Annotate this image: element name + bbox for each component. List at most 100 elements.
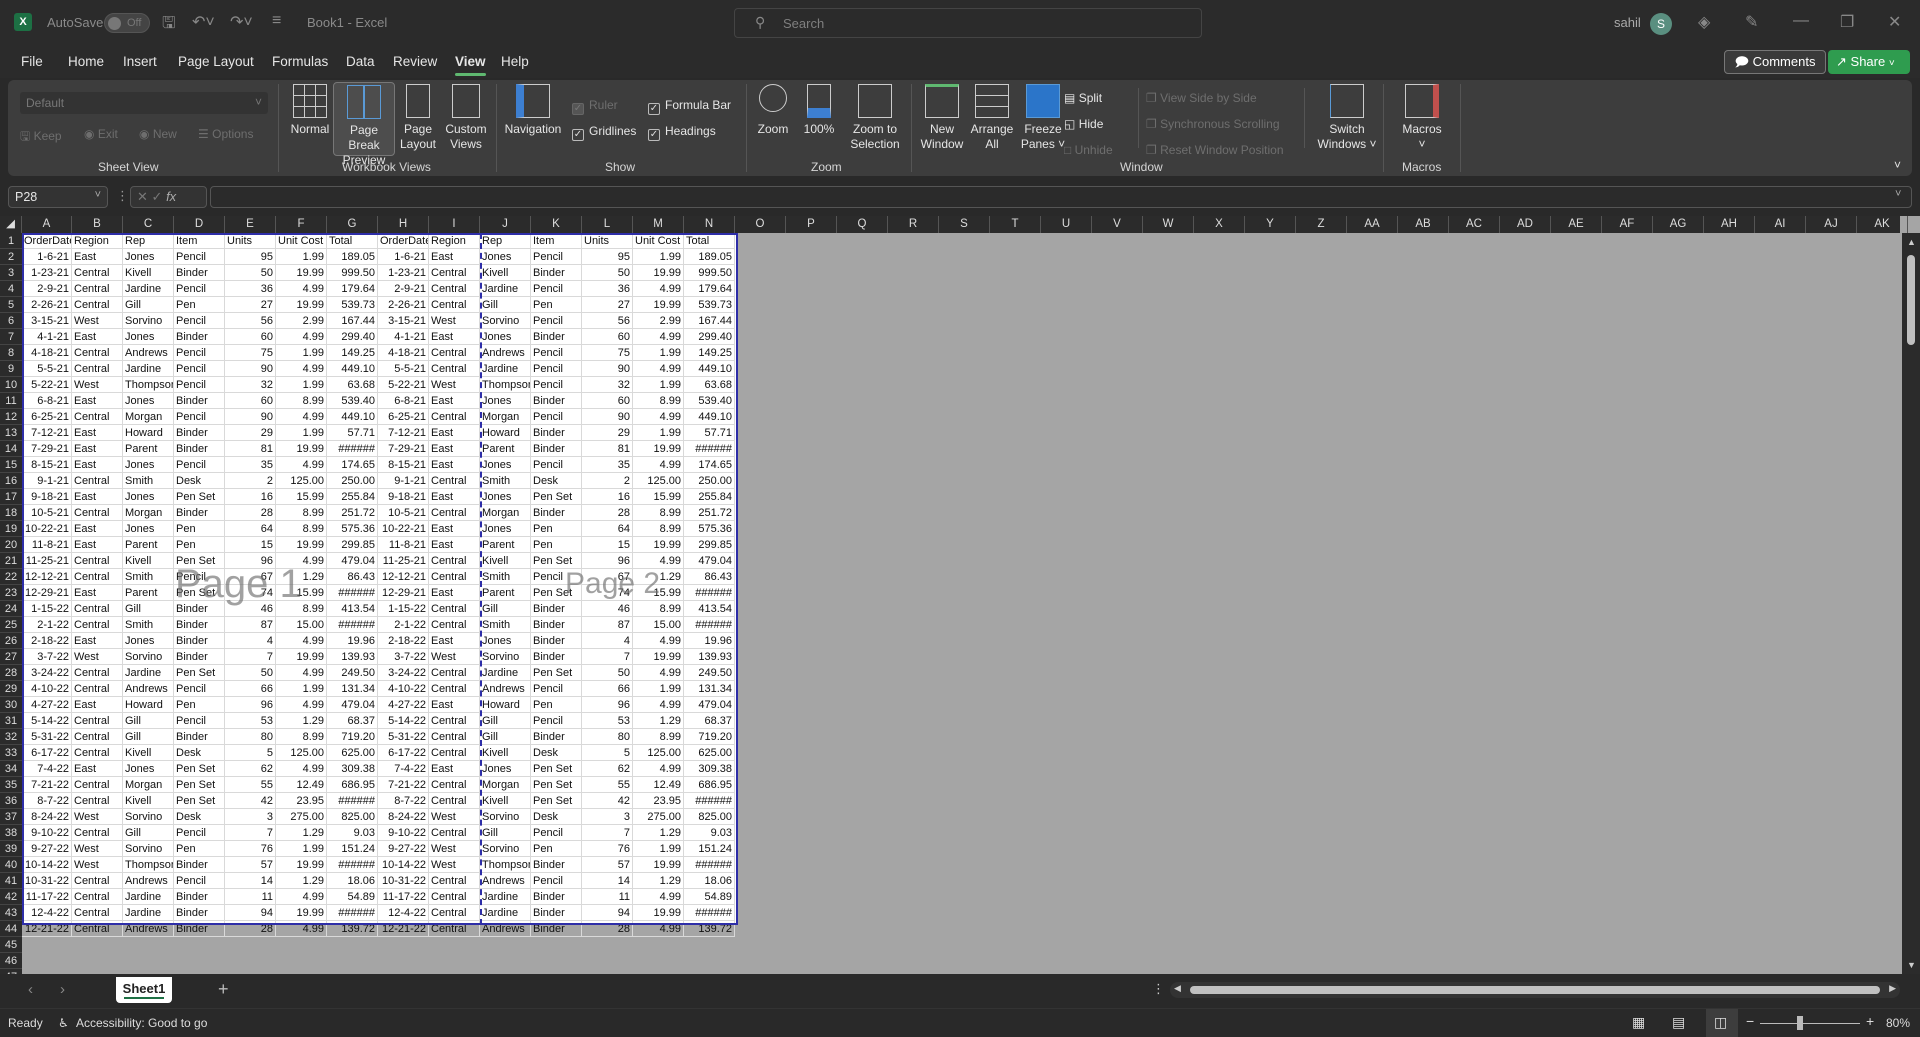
column-header-i[interactable]: I xyxy=(429,216,480,233)
cell[interactable]: Jones xyxy=(480,521,531,537)
cell[interactable]: 139.72 xyxy=(684,921,735,937)
cell[interactable]: 4.99 xyxy=(633,409,684,425)
cell[interactable]: 9-10-22 xyxy=(378,825,429,841)
cell[interactable]: 255.84 xyxy=(684,489,735,505)
cell[interactable]: East xyxy=(429,697,480,713)
cell[interactable]: East xyxy=(72,761,123,777)
cell[interactable]: Pen Set xyxy=(531,793,582,809)
cell[interactable]: Morgan xyxy=(480,409,531,425)
row-header-39[interactable]: 39 xyxy=(0,841,22,857)
cell[interactable]: 686.95 xyxy=(684,777,735,793)
cell[interactable]: Jones xyxy=(123,761,174,777)
cell[interactable]: East xyxy=(72,329,123,345)
cell[interactable]: 1.99 xyxy=(633,249,684,265)
cell[interactable]: 8-7-22 xyxy=(22,793,72,809)
cell[interactable]: 2-18-22 xyxy=(378,633,429,649)
cell[interactable]: Pen Set xyxy=(174,553,225,569)
cell[interactable]: Sorvino xyxy=(123,649,174,665)
cell[interactable]: 131.34 xyxy=(327,681,378,697)
cell[interactable]: Morgan xyxy=(123,409,174,425)
cell[interactable]: 1.99 xyxy=(276,377,327,393)
cell[interactable]: 15 xyxy=(582,537,633,553)
cell[interactable]: Kivell xyxy=(123,553,174,569)
cell[interactable]: Central xyxy=(72,889,123,905)
tab-insert[interactable]: Insert xyxy=(123,54,157,69)
cell[interactable]: Pen Set xyxy=(174,585,225,601)
row-header-46[interactable]: 46 xyxy=(0,953,22,969)
column-header-af[interactable]: AF xyxy=(1602,216,1653,233)
cell[interactable]: Pen xyxy=(174,521,225,537)
cell[interactable]: West xyxy=(72,313,123,329)
cell[interactable]: 6-25-21 xyxy=(378,409,429,425)
cell[interactable]: 5-5-21 xyxy=(378,361,429,377)
cell[interactable]: 90 xyxy=(225,409,276,425)
cell[interactable]: 3-7-22 xyxy=(22,649,72,665)
cell[interactable]: Sorvino xyxy=(480,313,531,329)
restore-icon[interactable]: ❐ xyxy=(1840,12,1854,32)
cell[interactable]: 87 xyxy=(225,617,276,633)
cell[interactable]: West xyxy=(429,649,480,665)
cell[interactable]: 8.99 xyxy=(276,393,327,409)
cell[interactable]: Gill xyxy=(480,825,531,841)
cell[interactable]: 5 xyxy=(225,745,276,761)
cell[interactable]: 4.99 xyxy=(633,457,684,473)
more-options-icon[interactable]: ⋮ xyxy=(116,188,129,204)
cell[interactable]: 42 xyxy=(225,793,276,809)
header-cell[interactable]: Total xyxy=(327,233,378,249)
cell[interactable]: 249.50 xyxy=(684,665,735,681)
print-area[interactable]: OrderDate Region Rep Item Units Unit Cost Tota… xyxy=(22,233,738,937)
cell[interactable]: Binder xyxy=(531,601,582,617)
tab-file[interactable]: File xyxy=(21,54,43,69)
cell[interactable]: Central xyxy=(429,553,480,569)
cell[interactable]: 539.73 xyxy=(327,297,378,313)
cell[interactable]: Central xyxy=(72,793,123,809)
cell[interactable]: Central xyxy=(72,729,123,745)
cell[interactable]: 50 xyxy=(225,665,276,681)
pen-icon[interactable]: ✎ xyxy=(1745,12,1758,32)
cell[interactable]: Pencil xyxy=(531,281,582,297)
cell[interactable]: 139.72 xyxy=(327,921,378,937)
cell[interactable]: East xyxy=(429,489,480,505)
cell[interactable]: 174.65 xyxy=(684,457,735,473)
cell[interactable]: 19.99 xyxy=(276,905,327,921)
split-button[interactable]: ▤ Split xyxy=(1064,91,1102,105)
scroll-down-icon[interactable]: ▼ xyxy=(1907,960,1916,970)
cell[interactable]: 9.03 xyxy=(327,825,378,841)
column-header-j[interactable]: J xyxy=(480,216,531,233)
cell[interactable]: Central xyxy=(429,665,480,681)
cell[interactable]: 825.00 xyxy=(684,809,735,825)
cell[interactable]: Central xyxy=(429,873,480,889)
cell[interactable]: 9-27-22 xyxy=(378,841,429,857)
cell[interactable]: 1.99 xyxy=(633,425,684,441)
cell[interactable]: 14 xyxy=(225,873,276,889)
options-button[interactable]: ☰ Options xyxy=(198,127,253,141)
cell[interactable]: Central xyxy=(429,265,480,281)
cell[interactable]: 1-6-21 xyxy=(378,249,429,265)
cell[interactable]: 2-18-22 xyxy=(22,633,72,649)
horizontal-scrollbar[interactable]: ◀ ▶ xyxy=(1170,982,1900,998)
cell[interactable]: Pen Set xyxy=(531,553,582,569)
column-header-p[interactable]: P xyxy=(786,216,837,233)
cell[interactable]: 4.99 xyxy=(276,633,327,649)
cell[interactable]: ###### xyxy=(327,441,378,457)
cell[interactable]: 299.85 xyxy=(684,537,735,553)
cell[interactable]: 251.72 xyxy=(684,505,735,521)
cell[interactable]: 8.99 xyxy=(633,505,684,521)
cell[interactable]: 80 xyxy=(582,729,633,745)
cell[interactable]: 28 xyxy=(225,505,276,521)
cell[interactable]: Jardine xyxy=(123,889,174,905)
cell[interactable]: 32 xyxy=(582,377,633,393)
cell[interactable]: Central xyxy=(72,265,123,281)
cell[interactable]: 167.44 xyxy=(684,313,735,329)
cell[interactable]: Pencil xyxy=(174,377,225,393)
cell[interactable]: 4 xyxy=(225,633,276,649)
cell[interactable]: 3-7-22 xyxy=(378,649,429,665)
cell[interactable]: 56 xyxy=(582,313,633,329)
cell[interactable]: 6-17-22 xyxy=(22,745,72,761)
cell[interactable]: Central xyxy=(72,281,123,297)
cell[interactable]: Binder xyxy=(174,329,225,345)
cell[interactable]: East xyxy=(429,537,480,553)
cell[interactable]: 11 xyxy=(582,889,633,905)
cell[interactable]: 11-8-21 xyxy=(378,537,429,553)
cell[interactable]: 35 xyxy=(225,457,276,473)
